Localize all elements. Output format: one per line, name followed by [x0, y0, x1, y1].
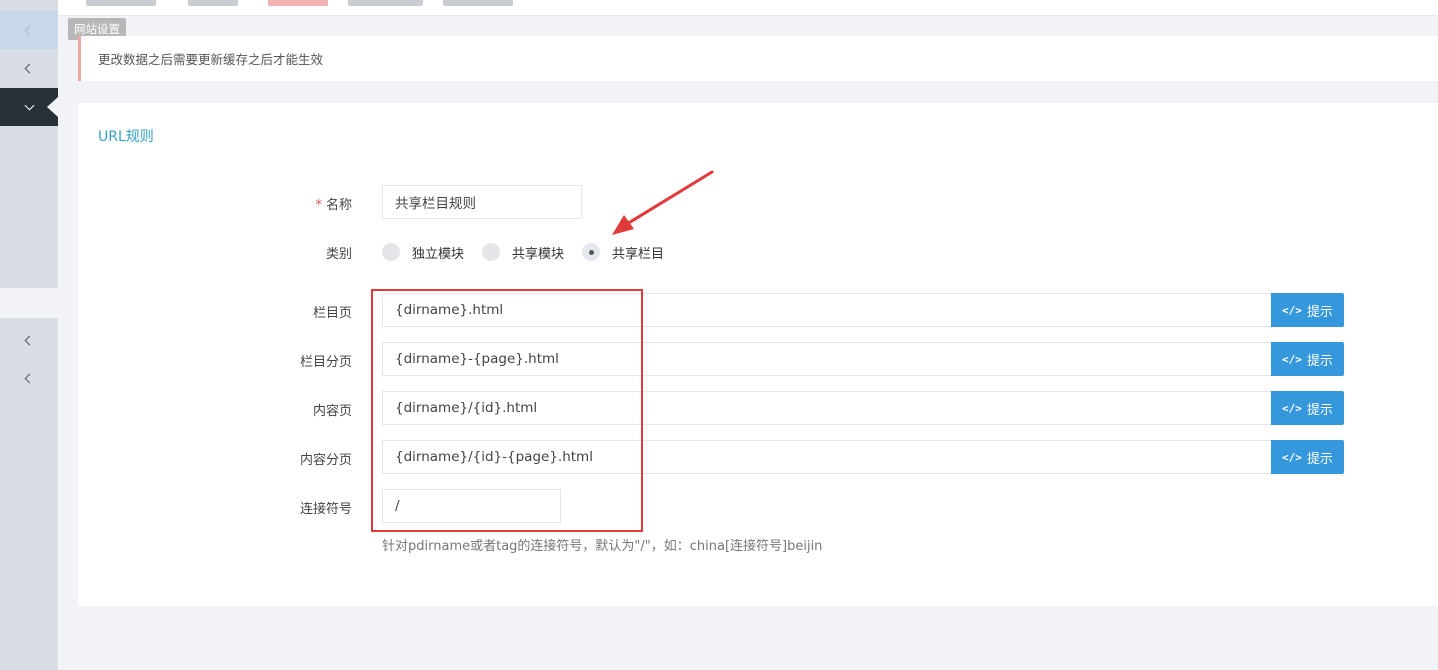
chevron-down-icon — [24, 100, 34, 110]
code-icon: </> — [1282, 450, 1302, 464]
top-tab-cutoff[interactable] — [443, 0, 513, 6]
connector-help-text: 针对pdirname或者tag的连接符号，默认为"/"，如：china[连接符号… — [382, 539, 823, 554]
chevron-left-icon — [24, 335, 34, 345]
category-label: 类别 — [325, 247, 352, 262]
sidebar-item-site-settings[interactable] — [0, 11, 58, 49]
chevron-left-icon — [24, 63, 34, 73]
sidebar-item-5[interactable] — [0, 359, 58, 397]
content-paging-label: 内容分页 — [299, 453, 352, 468]
hint-button[interactable]: </> 提示 — [1271, 293, 1344, 327]
radio-circle[interactable] — [482, 243, 501, 261]
code-icon: </> — [1282, 401, 1302, 415]
category-radio-group: 独立模块 共享模块 共享栏目 — [382, 242, 682, 262]
top-tab-cutoff[interactable] — [86, 0, 156, 6]
radio-shared-module[interactable]: 共享模块 — [482, 243, 564, 262]
alert-text: 更改数据之后需要更新缓存之后才能生效 — [98, 52, 324, 67]
radio-independent-module[interactable]: 独立模块 — [382, 243, 464, 262]
radio-shared-category[interactable]: 共享栏目 — [582, 243, 664, 262]
radio-circle[interactable] — [382, 243, 400, 261]
hint-button[interactable]: </> 提示 — [1271, 391, 1344, 425]
connector-label: 连接符号 — [299, 502, 352, 517]
top-tab-cutoff[interactable] — [268, 0, 328, 6]
code-icon: </> — [1282, 352, 1302, 366]
name-input[interactable]: 共享栏目规则 — [382, 185, 582, 219]
top-tab-cutoff[interactable] — [188, 0, 238, 6]
cache-alert: 更改数据之后需要更新缓存之后才能生效 — [78, 36, 1438, 81]
category-paging-label: 栏目分页 — [299, 355, 352, 370]
top-tabs-bar — [58, 0, 1438, 16]
connector-input[interactable]: / — [382, 489, 561, 523]
chevron-left-icon — [24, 25, 34, 35]
name-label: * 名称 — [315, 198, 352, 213]
panel-title: URL规则 — [98, 129, 154, 145]
content-page-input[interactable]: {dirname}/{id}.html — [382, 391, 1272, 425]
url-rule-panel: URL规则 * 名称 共享栏目规则 类别 独立模块 共享模块 共享栏目 栏目页 {… — [78, 103, 1438, 606]
radio-circle-checked[interactable] — [582, 243, 601, 261]
sidebar — [0, 0, 58, 670]
category-page-label: 栏目页 — [312, 306, 352, 321]
category-page-input[interactable]: {dirname}.html — [382, 293, 1272, 327]
category-paging-input[interactable]: {dirname}-{page}.html — [382, 342, 1272, 376]
sidebar-item-2[interactable] — [0, 49, 58, 87]
code-icon: </> — [1282, 303, 1302, 317]
sidebar-divider — [0, 288, 58, 318]
required-mark: * — [315, 198, 322, 213]
hint-button[interactable]: </> 提示 — [1271, 342, 1344, 376]
content-paging-input[interactable]: {dirname}/{id}-{page}.html — [382, 440, 1272, 474]
hint-button[interactable]: </> 提示 — [1271, 440, 1344, 474]
top-tab-cutoff[interactable] — [348, 0, 423, 6]
sidebar-active-notch — [47, 97, 58, 117]
sidebar-item-4[interactable] — [0, 321, 58, 359]
content-page-label: 内容页 — [312, 404, 352, 419]
chevron-left-icon — [24, 373, 34, 383]
